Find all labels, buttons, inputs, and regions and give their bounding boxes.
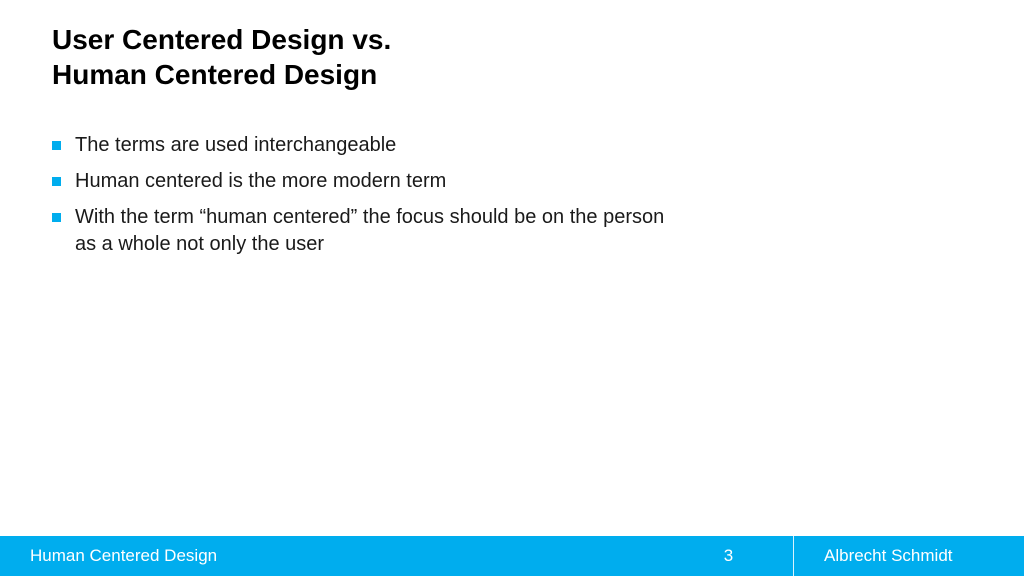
bullet-text: Human centered is the more modern term (75, 168, 672, 195)
bullet-text: The terms are used interchangeable (75, 132, 672, 159)
bullet-icon (52, 177, 61, 186)
list-item: The terms are used interchangeable (52, 132, 672, 159)
footer-page-number: 3 (664, 536, 794, 576)
bullet-icon (52, 213, 61, 222)
slide-footer: Human Centered Design 3 Albrecht Schmidt (0, 536, 1024, 576)
slide-body: The terms are used interchangeable Human… (52, 132, 672, 267)
footer-course: Human Centered Design (0, 536, 664, 576)
bullet-icon (52, 141, 61, 150)
footer-author: Albrecht Schmidt (794, 536, 1024, 576)
list-item: Human centered is the more modern term (52, 168, 672, 195)
slide-title: User Centered Design vs. Human Centered … (52, 22, 391, 92)
bullet-text: With the term “human centered” the focus… (75, 204, 672, 258)
list-item: With the term “human centered” the focus… (52, 204, 672, 258)
slide: User Centered Design vs. Human Centered … (0, 0, 1024, 576)
